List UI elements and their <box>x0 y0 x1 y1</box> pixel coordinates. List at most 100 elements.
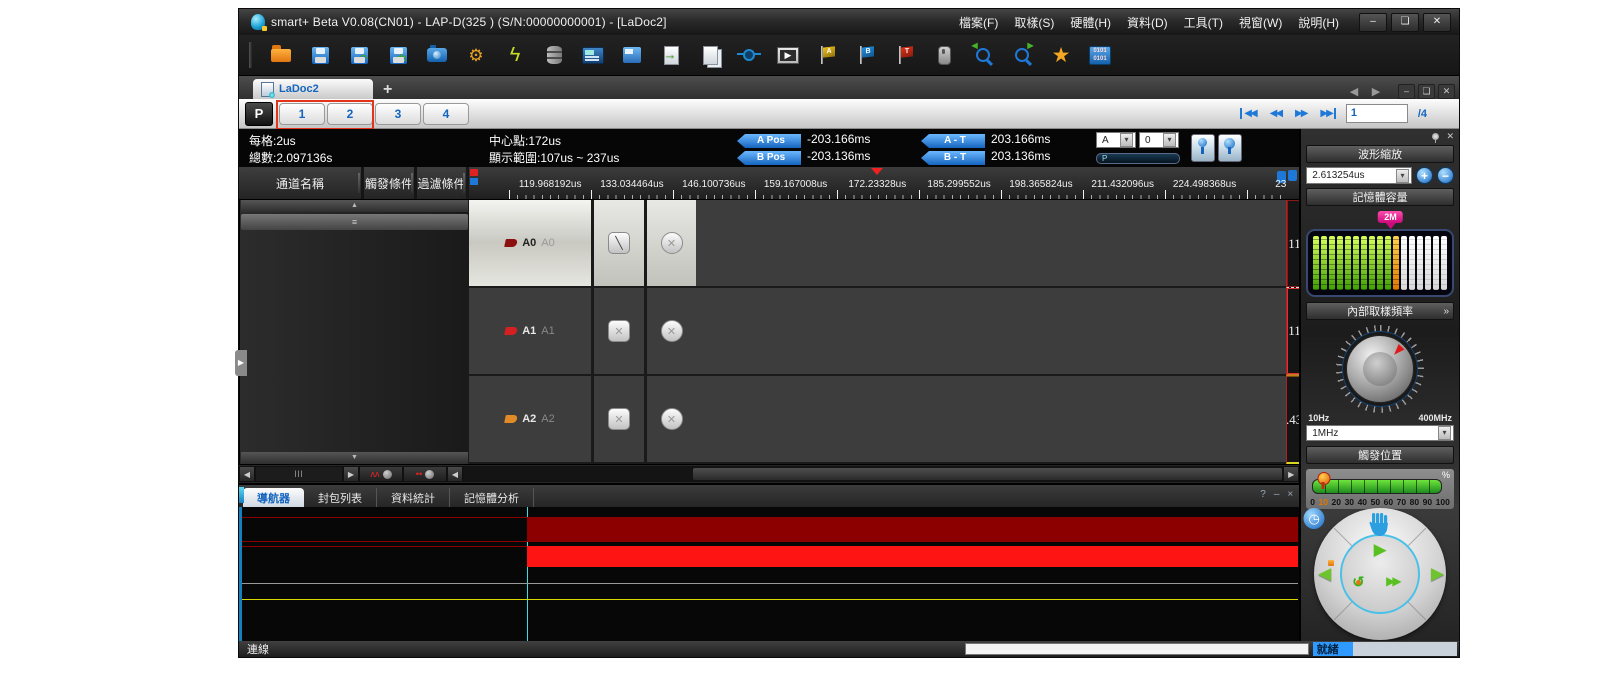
tab-scroll-right[interactable]: ▶ <box>1366 85 1386 99</box>
restore-button[interactable]: ❏ <box>1391 13 1419 32</box>
time-ruler[interactable]: 119.968192us133.034464us146.100736us159.… <box>469 167 1286 200</box>
waveform-player-icon[interactable]: ▶ <box>774 41 802 69</box>
tab-ladoc2[interactable]: LaDoc2 <box>253 79 373 99</box>
scroll-down-button[interactable]: ▼ <box>241 452 468 464</box>
dont-care-icon[interactable]: ✕ <box>661 232 683 254</box>
probe-device-icon[interactable] <box>930 41 958 69</box>
a-marker-pin-button[interactable] <box>1191 134 1215 162</box>
panel-help-button[interactable]: ? <box>1260 489 1266 500</box>
waveform-a2[interactable]: 786.432ms <box>1286 376 1299 464</box>
flag-t-icon[interactable]: T <box>891 41 919 69</box>
tab-scroll-left[interactable]: ◀ <box>1344 85 1364 99</box>
panel-close-button[interactable]: × <box>1287 489 1293 500</box>
b-pos-badge[interactable]: B Pos <box>737 151 801 165</box>
frequency-knob[interactable] <box>1346 335 1414 403</box>
page-number-input[interactable]: 1 <box>1346 104 1408 123</box>
menu-item-5[interactable]: 視窗(W) <box>1233 12 1288 33</box>
bus-connector-icon[interactable] <box>735 41 763 69</box>
frequency-select[interactable]: 1MHz▾ <box>1306 425 1454 441</box>
binary-view-icon[interactable]: 0101 0101 <box>1086 41 1114 69</box>
search-backward-icon[interactable]: ◄ <box>969 41 997 69</box>
acquisition-icon[interactable]: ϟ <box>501 41 529 69</box>
menu-item-1[interactable]: 取樣(S) <box>1008 12 1060 33</box>
bottom-tab-3[interactable]: 記憶體分析 <box>450 488 534 507</box>
page-p-button[interactable]: P <box>245 102 273 126</box>
dont-care-icon[interactable]: ✕ <box>661 320 683 342</box>
page-button-1[interactable]: 1 <box>279 103 325 125</box>
waveform-a0[interactable]: 115us35us21us10us30us11us19us29us <box>1286 200 1299 288</box>
dont-care-icon[interactable]: ✕ <box>608 408 630 430</box>
close-button[interactable]: ✕ <box>1423 13 1451 32</box>
bottom-tab-0[interactable]: 導航器 <box>243 488 304 507</box>
dont-care-icon[interactable]: ✕ <box>608 320 630 342</box>
channel-row-a0[interactable]: A0A0 ╲ ✕ <box>469 200 1286 288</box>
trigger-position-bar[interactable] <box>1312 479 1442 494</box>
pan-left-button[interactable]: ◀ <box>1318 564 1331 584</box>
save-icon[interactable] <box>306 41 334 69</box>
wave-scroll-right-button[interactable]: ▶ <box>1283 466 1299 482</box>
flag-b-icon[interactable]: B <box>852 41 880 69</box>
panel-minimize-button[interactable]: ‒ <box>1274 489 1280 500</box>
pin-icon[interactable] <box>1432 133 1439 140</box>
header-channel-name[interactable]: 通道名稱 <box>239 167 364 199</box>
more-icon[interactable]: » <box>1443 306 1449 317</box>
zoom-in-button[interactable]: + <box>1416 167 1433 184</box>
minimize-button[interactable]: – <box>1359 13 1387 32</box>
falling-edge-icon[interactable]: ╲ <box>608 232 630 254</box>
favorites-icon[interactable]: ★ <box>1047 41 1075 69</box>
b-marker-pin-button[interactable] <box>1218 134 1242 162</box>
doc-minimize-button[interactable]: ‒ <box>1398 84 1415 99</box>
pan-right-button[interactable]: ▶ <box>1431 564 1444 584</box>
waveform-scrollbar-handle[interactable] <box>693 468 1282 480</box>
screenshot-icon[interactable] <box>423 41 451 69</box>
scroll-up-button[interactable]: ▲ <box>241 200 468 212</box>
memory-bars[interactable] <box>1306 229 1454 297</box>
fast-forward-button[interactable]: ▶▶ <box>1386 574 1398 588</box>
save-config-icon[interactable]: ✱ <box>384 41 412 69</box>
channel-scroll-right-button[interactable]: ▶ <box>343 466 359 482</box>
export-data-icon[interactable]: → <box>657 41 685 69</box>
p-slider[interactable]: P <box>1096 153 1180 164</box>
channel-scrollbar[interactable] <box>255 466 343 482</box>
menu-item-4[interactable]: 工具(T) <box>1178 12 1229 33</box>
navigator-panel[interactable] <box>239 507 1299 641</box>
toolbar-grip[interactable] <box>249 42 252 68</box>
waveform-snapshot-2-button[interactable]: •• <box>403 466 447 482</box>
channel-row-a2[interactable]: A2A2 ✕ ✕ <box>469 376 1286 464</box>
add-tab-button[interactable]: + <box>383 81 392 99</box>
compare-documents-icon[interactable] <box>696 41 724 69</box>
channel-name-cell[interactable]: A2A2 <box>469 376 594 462</box>
menu-item-0[interactable]: 檔案(F) <box>953 12 1004 33</box>
page-button-4[interactable]: 4 <box>423 103 469 125</box>
doc-close-button[interactable]: ✕ <box>1438 84 1455 99</box>
channel-select[interactable]: 0▾ <box>1139 132 1179 148</box>
menu-item-3[interactable]: 資料(D) <box>1121 12 1174 33</box>
dont-care-icon[interactable]: ✕ <box>661 408 683 430</box>
doc-restore-button[interactable]: ❏ <box>1418 84 1435 99</box>
vertical-scrollbar[interactable]: ▲ ▶ ▼ <box>239 200 469 464</box>
open-file-icon[interactable] <box>267 41 295 69</box>
next-page-button[interactable]: ▶▶ <box>1293 108 1308 119</box>
channel-scroll-left-button[interactable]: ◀ <box>239 466 255 482</box>
panel-expander-button[interactable]: ▶ <box>235 350 247 376</box>
memory-database-icon[interactable] <box>540 41 568 69</box>
menu-item-2[interactable]: 硬體(H) <box>1064 12 1117 33</box>
replay-button[interactable]: ↺ <box>1352 573 1365 591</box>
page-button-2[interactable]: 2 <box>327 103 373 125</box>
flag-a-icon[interactable]: A <box>813 41 841 69</box>
zoom-scale-select[interactable]: 2.613254us▾ <box>1306 167 1412 184</box>
memory-capacity-widget[interactable]: 2M <box>1306 211 1454 297</box>
scrollbar-grip[interactable] <box>241 214 468 230</box>
hardware-tools-icon[interactable]: ⚙ <box>462 41 490 69</box>
channel-name-cell[interactable]: A0A0 <box>469 200 594 286</box>
window-layout-icon[interactable] <box>618 41 646 69</box>
save-restore-icon[interactable]: ↶ <box>345 41 373 69</box>
prev-page-button[interactable]: ◀◀ <box>1268 108 1283 119</box>
waveform-snapshot-1-button[interactable]: ᴧᴧ <box>359 466 403 482</box>
hand-pan-button[interactable] <box>1369 513 1391 537</box>
first-page-button[interactable]: ◀◀ <box>1240 108 1257 119</box>
header-trigger-condition[interactable]: 觸發條件 <box>364 167 417 199</box>
waveform-scrollbar[interactable] <box>463 466 1283 482</box>
menu-item-6[interactable]: 說明(H) <box>1292 12 1345 33</box>
page-button-3[interactable]: 3 <box>375 103 421 125</box>
